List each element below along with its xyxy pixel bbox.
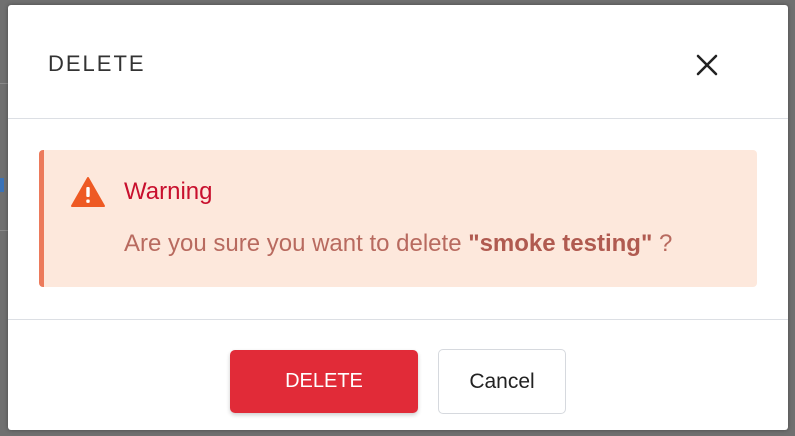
- warning-alert: Warning Are you sure you want to delete …: [39, 150, 757, 287]
- alert-title: Warning: [124, 178, 213, 205]
- dialog-body: Warning Are you sure you want to delete …: [8, 119, 788, 320]
- alert-message-suffix: ?: [652, 230, 673, 257]
- delete-dialog: DELETE Warning Are you sure you want to …: [8, 5, 788, 430]
- backdrop-fragment: [0, 178, 4, 192]
- dialog-footer: DELETE Cancel: [8, 320, 788, 430]
- dialog-title: DELETE: [48, 51, 146, 76]
- close-icon: [696, 54, 718, 76]
- delete-button[interactable]: DELETE: [230, 350, 418, 413]
- alert-message-prefix: Are you sure you want to delete: [124, 230, 469, 257]
- warning-triangle-icon: [71, 177, 105, 207]
- close-button[interactable]: [692, 50, 722, 80]
- item-name: "smoke testing": [468, 230, 653, 257]
- dialog-header: DELETE: [8, 5, 788, 119]
- cancel-button[interactable]: Cancel: [438, 349, 566, 414]
- alert-message: Are you sure you want to delete "smoke t…: [124, 230, 672, 258]
